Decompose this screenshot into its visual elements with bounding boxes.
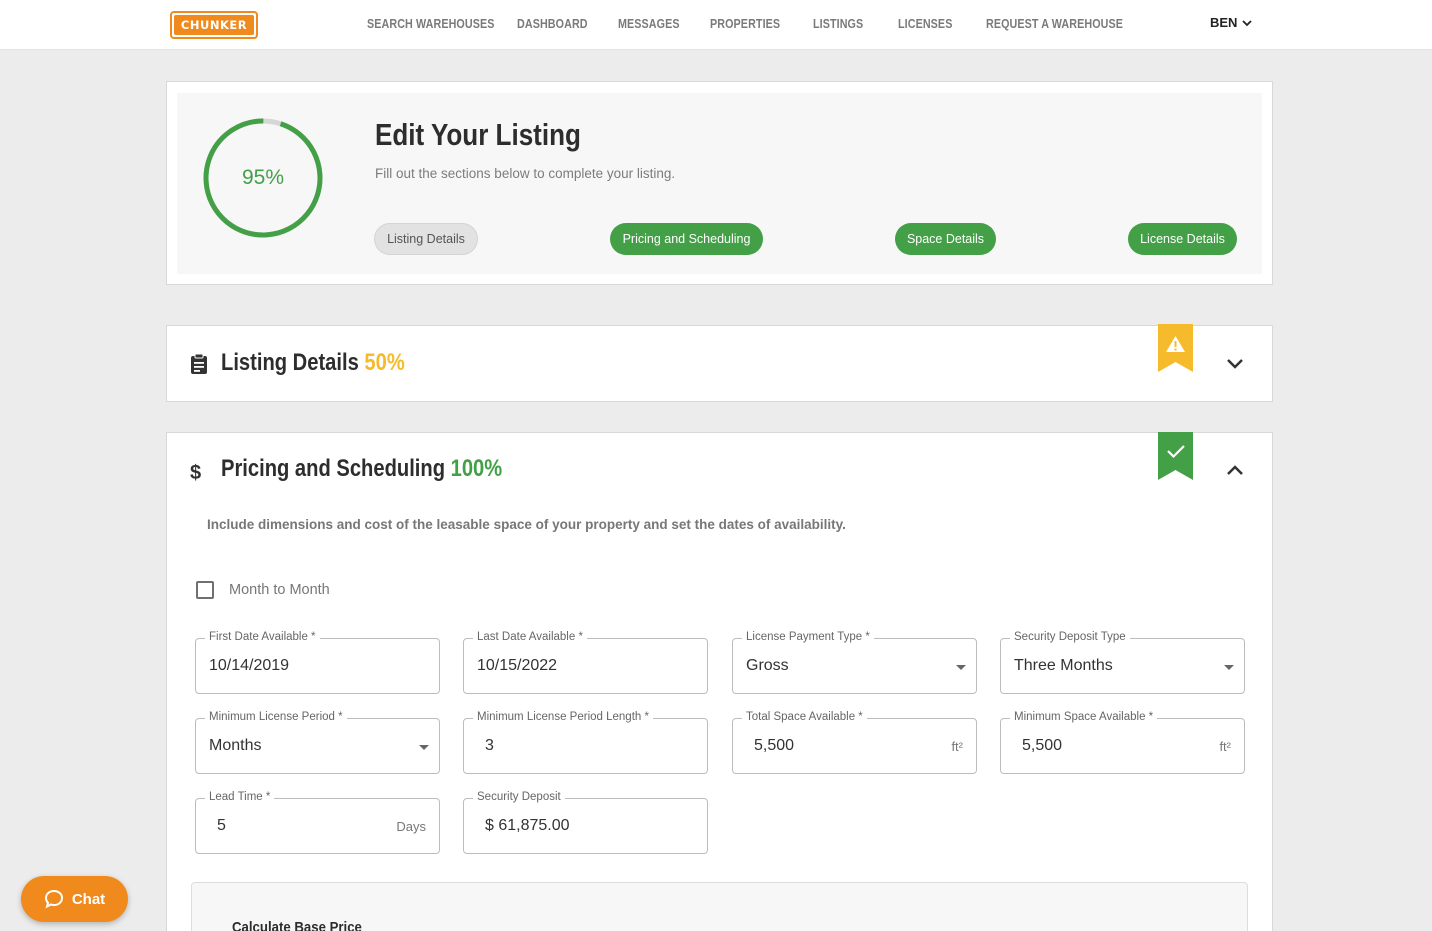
dropdown-caret-icon bbox=[956, 665, 966, 670]
field-value: 5,500 bbox=[1022, 737, 1063, 754]
nav-link-listings[interactable]: LISTINGS bbox=[813, 17, 863, 31]
progress-percent: 95% bbox=[241, 166, 285, 189]
field-label: First Date Available * bbox=[205, 631, 320, 643]
first-date-field[interactable]: First Date Available * 10/14/2019 bbox=[195, 631, 440, 694]
page-title: Edit Your Listing bbox=[375, 117, 581, 152]
svg-text:$: $ bbox=[190, 462, 201, 483]
chat-button[interactable]: Chat bbox=[21, 876, 128, 922]
month-to-month-label: Month to Month bbox=[229, 582, 330, 598]
section-title-listing-details: Listing Details 50% bbox=[221, 349, 405, 377]
field-unit: ft² bbox=[951, 739, 963, 754]
field-label: Minimum License Period Length * bbox=[473, 711, 653, 723]
nav-link-licenses[interactable]: LICENSES bbox=[898, 17, 952, 31]
field-value: Gross bbox=[746, 657, 789, 674]
page-subtitle: Fill out the sections below to complete … bbox=[375, 166, 676, 181]
dropdown-caret-icon bbox=[1224, 665, 1234, 670]
field-value: Three Months bbox=[1014, 657, 1113, 674]
user-name: BEN bbox=[1210, 15, 1238, 30]
min-license-period-select[interactable]: Minimum License Period * Months bbox=[195, 711, 440, 774]
dollar-icon: $ bbox=[190, 462, 201, 483]
lead-time-field[interactable]: Lead Time * 5 Days bbox=[195, 791, 440, 854]
warning-icon bbox=[1158, 324, 1193, 372]
nav-link-properties[interactable]: PROPERTIES bbox=[710, 17, 780, 31]
field-label: License Payment Type * bbox=[742, 631, 874, 643]
last-date-field[interactable]: Last Date Available * 10/15/2022 bbox=[463, 631, 708, 694]
field-label: Security Deposit Type bbox=[1010, 631, 1130, 643]
chat-label: Chat bbox=[71, 890, 106, 908]
security-deposit-field[interactable]: Security Deposit $ 61,875.00 bbox=[463, 791, 708, 854]
field-unit: ft² bbox=[1219, 739, 1231, 754]
top-nav: CHUNKER SEARCH WAREHOUSES DASHBOARD MESS… bbox=[0, 0, 1432, 50]
section-title-text: Pricing and Scheduling bbox=[221, 455, 446, 482]
field-label: Minimum Space Available * bbox=[1010, 711, 1158, 723]
listing-details-section[interactable]: Listing Details 50% bbox=[166, 324, 1273, 402]
nav-link-request-warehouse[interactable]: REQUEST A WAREHOUSE bbox=[986, 17, 1123, 31]
calculate-base-price-title: Calculate Base Price bbox=[232, 919, 362, 931]
dropdown-caret-icon bbox=[419, 745, 429, 750]
user-menu[interactable]: BEN bbox=[1210, 15, 1253, 30]
field-label: Security Deposit bbox=[473, 791, 565, 803]
month-to-month-checkbox[interactable] bbox=[196, 581, 214, 599]
min-space-field[interactable]: Minimum Space Available * 5,500 ft² bbox=[1000, 711, 1245, 774]
clipboard-icon bbox=[191, 353, 207, 374]
section-title-pricing: Pricing and Scheduling 100% bbox=[221, 455, 502, 483]
section-percent: 100% bbox=[450, 455, 503, 482]
calculate-base-price-panel: Calculate Base Price bbox=[191, 882, 1248, 931]
nav-link-search-warehouses[interactable]: SEARCH WAREHOUSES bbox=[367, 17, 494, 31]
min-license-period-length-field[interactable]: Minimum License Period Length * 3 bbox=[463, 711, 708, 774]
section-title-text: Listing Details bbox=[221, 349, 359, 376]
step-pill-listing-details[interactable]: Listing Details bbox=[374, 223, 478, 255]
section-percent: 50% bbox=[364, 349, 405, 376]
month-to-month-toggle[interactable]: Month to Month bbox=[196, 581, 330, 599]
section-description: Include dimensions and cost of the leasa… bbox=[207, 517, 846, 532]
progress-panel: 95% Edit Your Listing Fill out the secti… bbox=[177, 93, 1262, 274]
total-space-field[interactable]: Total Space Available * 5,500 ft² bbox=[732, 711, 977, 774]
nav-link-messages[interactable]: MESSAGES bbox=[618, 17, 680, 31]
field-value: 5 bbox=[217, 817, 226, 834]
payment-type-select[interactable]: License Payment Type * Gross bbox=[732, 631, 977, 694]
field-value: $ 61,875.00 bbox=[485, 817, 570, 834]
field-label: Minimum License Period * bbox=[205, 711, 347, 723]
field-value: 10/15/2022 bbox=[477, 657, 558, 674]
field-label: Last Date Available * bbox=[473, 631, 587, 643]
pricing-scheduling-section: $ Pricing and Scheduling 100% Include di… bbox=[166, 432, 1273, 931]
listing-progress-card: 95% Edit Your Listing Fill out the secti… bbox=[166, 81, 1273, 285]
collapse-chevron-icon[interactable] bbox=[1225, 460, 1245, 480]
chat-bubble-icon bbox=[44, 889, 63, 909]
check-icon bbox=[1158, 432, 1193, 480]
chunker-logo[interactable]: CHUNKER bbox=[170, 11, 258, 39]
field-value: 10/14/2019 bbox=[209, 657, 290, 674]
logo-text: CHUNKER bbox=[174, 15, 254, 35]
field-label: Total Space Available * bbox=[742, 711, 867, 723]
deposit-type-select[interactable]: Security Deposit Type Three Months bbox=[1000, 631, 1245, 694]
expand-chevron-icon[interactable] bbox=[1225, 354, 1245, 374]
chevron-down-icon bbox=[1242, 19, 1253, 26]
field-label: Lead Time * bbox=[205, 791, 275, 803]
step-pill-pricing-scheduling[interactable]: Pricing and Scheduling bbox=[610, 223, 763, 255]
field-value: Months bbox=[209, 737, 262, 754]
field-value: 5,500 bbox=[754, 737, 795, 754]
step-pill-license-details[interactable]: License Details bbox=[1128, 223, 1237, 255]
field-value: 3 bbox=[485, 737, 494, 754]
step-pill-space-details[interactable]: Space Details bbox=[895, 223, 996, 255]
field-unit: Days bbox=[396, 819, 426, 834]
nav-link-dashboard[interactable]: DASHBOARD bbox=[517, 17, 588, 31]
